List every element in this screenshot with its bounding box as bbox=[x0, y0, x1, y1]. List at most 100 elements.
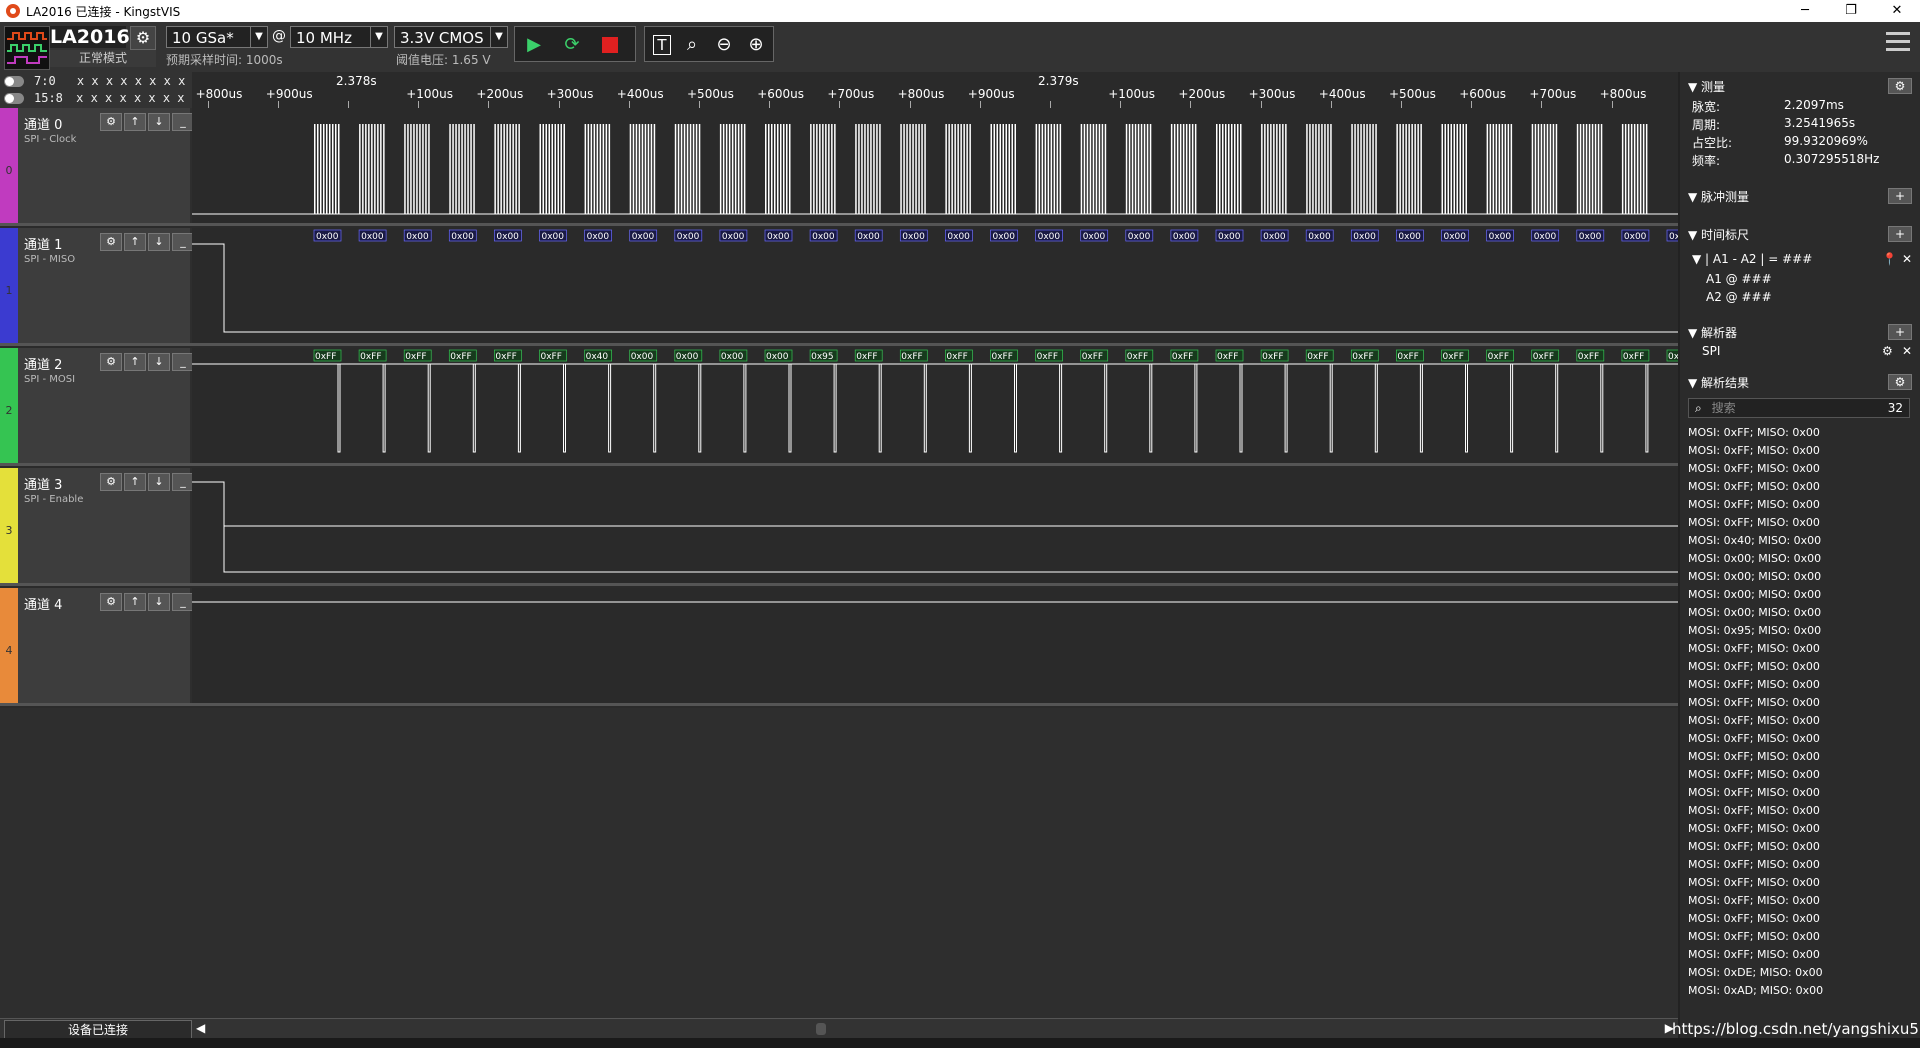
clock-pulse bbox=[1176, 124, 1179, 214]
low-level-icon[interactable]: _ bbox=[172, 113, 194, 131]
result-item[interactable]: MOSI: 0xFF; MISO: 0x00 bbox=[1688, 442, 1910, 460]
channel-waveform[interactable]: 0x00 0x00 0x00 0x00 0x00 0x00 0x00 0x00 0x00 0x00… bbox=[192, 228, 1695, 346]
result-item[interactable]: MOSI: 0x00; MISO: 0x00 bbox=[1688, 550, 1910, 568]
cursor-section-title[interactable]: ▼ 时间标尺 bbox=[1688, 226, 1749, 243]
result-item[interactable]: MOSI: 0x00; MISO: 0x00 bbox=[1688, 604, 1910, 622]
channel-name[interactable]: 通道 0 bbox=[24, 114, 62, 133]
falling-edge-icon[interactable]: ↓ bbox=[148, 593, 170, 611]
falling-edge-icon[interactable]: ↓ bbox=[148, 353, 170, 371]
result-item[interactable]: MOSI: 0xFF; MISO: 0x00 bbox=[1688, 838, 1910, 856]
low-level-icon[interactable]: _ bbox=[172, 593, 194, 611]
add-analyzer-button[interactable]: + bbox=[1888, 324, 1912, 340]
result-item[interactable]: MOSI: 0xFF; MISO: 0x00 bbox=[1688, 748, 1910, 766]
result-item[interactable]: MOSI: 0xFF; MISO: 0x00 bbox=[1688, 496, 1910, 514]
minimize-icon[interactable]: ─ bbox=[1782, 0, 1828, 22]
gear-icon[interactable]: ⚙ bbox=[100, 353, 122, 371]
result-item[interactable]: MOSI: 0xFF; MISO: 0x00 bbox=[1688, 478, 1910, 496]
channel-name[interactable]: 通道 1 bbox=[24, 234, 62, 253]
restore-icon[interactable]: ❐ bbox=[1828, 0, 1874, 22]
results-list[interactable]: MOSI: 0xFF; MISO: 0x00 MOSI: 0xFF; MISO: … bbox=[1688, 424, 1910, 1000]
results-section-title[interactable]: ▼ 解析结果 bbox=[1688, 374, 1749, 391]
result-item[interactable]: MOSI: 0xFF; MISO: 0x00 bbox=[1688, 856, 1910, 874]
falling-edge-icon[interactable]: ↓ bbox=[148, 113, 170, 131]
channel-waveform[interactable]: 0xFF 0xFF 0xFF 0xFF 0xFF 0xFF 0x40 0x00 0x00 0x00… bbox=[192, 348, 1740, 466]
cursor-t-icon[interactable]: T bbox=[649, 33, 675, 57]
result-item[interactable]: MOSI: 0xFF; MISO: 0x00 bbox=[1688, 460, 1910, 478]
result-item[interactable]: MOSI: 0xFF; MISO: 0x00 bbox=[1688, 514, 1910, 532]
low-level-icon[interactable]: _ bbox=[172, 473, 194, 491]
bus-toggle-high[interactable] bbox=[4, 93, 24, 104]
channel-waveform[interactable] bbox=[192, 588, 1678, 706]
stop-icon[interactable] bbox=[597, 33, 623, 57]
results-settings-button[interactable]: ⚙ bbox=[1888, 374, 1912, 390]
close-icon[interactable]: ✕ bbox=[1902, 344, 1912, 358]
result-item[interactable]: MOSI: 0xFF; MISO: 0x00 bbox=[1688, 874, 1910, 892]
zoom-fit-icon[interactable]: ⌕ bbox=[679, 33, 705, 57]
add-cursor-button[interactable]: + bbox=[1888, 226, 1912, 242]
result-item[interactable]: MOSI: 0x95; MISO: 0x00 bbox=[1688, 622, 1910, 640]
result-item[interactable]: MOSI: 0xFF; MISO: 0x00 bbox=[1688, 694, 1910, 712]
result-item[interactable]: MOSI: 0xFF; MISO: 0x00 bbox=[1688, 892, 1910, 910]
rising-edge-icon[interactable]: ↑ bbox=[124, 473, 146, 491]
channel-waveform[interactable] bbox=[192, 108, 1678, 226]
gear-icon[interactable]: ⚙ bbox=[100, 593, 122, 611]
result-item[interactable]: MOSI: 0x40; MISO: 0x00 bbox=[1688, 532, 1910, 550]
results-search[interactable]: ⌕ 搜索 32 bbox=[1688, 398, 1910, 418]
menu-icon[interactable] bbox=[1886, 32, 1910, 60]
falling-edge-icon[interactable]: ↓ bbox=[148, 473, 170, 491]
play-icon[interactable]: ▶ bbox=[521, 33, 547, 57]
frequency-select[interactable]: 10 MHz ▼ bbox=[290, 26, 388, 48]
measure-settings-button[interactable]: ⚙ bbox=[1888, 78, 1912, 94]
result-item[interactable]: MOSI: 0xFF; MISO: 0x00 bbox=[1688, 676, 1910, 694]
sample-rate-select[interactable]: 10 GSa* ▼ bbox=[166, 26, 268, 48]
zoom-in-icon[interactable]: ⊕ bbox=[743, 33, 769, 57]
bus-toggle-low[interactable] bbox=[4, 76, 24, 87]
result-item[interactable]: MOSI: 0x00; MISO: 0x00 bbox=[1688, 568, 1910, 586]
channel-name[interactable]: 通道 2 bbox=[24, 354, 62, 373]
pin-icon[interactable]: 📍 bbox=[1882, 252, 1897, 266]
pulse-section-title[interactable]: ▼ 脉冲测量 bbox=[1688, 188, 1749, 205]
result-item[interactable]: MOSI: 0xFF; MISO: 0x00 bbox=[1688, 766, 1910, 784]
add-pulse-button[interactable]: + bbox=[1888, 188, 1912, 204]
falling-edge-icon[interactable]: ↓ bbox=[148, 233, 170, 251]
result-item[interactable]: MOSI: 0xFF; MISO: 0x00 bbox=[1688, 712, 1910, 730]
rising-edge-icon[interactable]: ↑ bbox=[124, 353, 146, 371]
close-icon[interactable]: ✕ bbox=[1874, 0, 1920, 22]
result-item[interactable]: MOSI: 0xAD; MISO: 0x00 bbox=[1688, 982, 1910, 1000]
scroll-left-icon[interactable]: ◀ bbox=[196, 1021, 205, 1035]
device-settings-button[interactable]: ⚙ bbox=[130, 26, 156, 50]
result-item[interactable]: MOSI: 0xDE; MISO: 0x00 bbox=[1688, 964, 1910, 982]
analyzer-spi[interactable]: SPI bbox=[1702, 344, 1720, 358]
result-item[interactable]: MOSI: 0xFF; MISO: 0x00 bbox=[1688, 820, 1910, 838]
gear-icon[interactable]: ⚙ bbox=[100, 473, 122, 491]
rising-edge-icon[interactable]: ↑ bbox=[124, 593, 146, 611]
measure-section-title[interactable]: ▼ 测量 bbox=[1688, 78, 1725, 95]
gear-icon[interactable]: ⚙ bbox=[1882, 344, 1893, 358]
result-item[interactable]: MOSI: 0xFF; MISO: 0x00 bbox=[1688, 946, 1910, 964]
result-item[interactable]: MOSI: 0xFF; MISO: 0x00 bbox=[1688, 802, 1910, 820]
result-item[interactable]: MOSI: 0xFF; MISO: 0x00 bbox=[1688, 910, 1910, 928]
result-item[interactable]: MOSI: 0x00; MISO: 0x00 bbox=[1688, 586, 1910, 604]
repeat-run-icon[interactable]: ⟳ bbox=[559, 33, 585, 57]
zoom-out-icon[interactable]: ⊖ bbox=[711, 33, 737, 57]
channel-name[interactable]: 通道 3 bbox=[24, 474, 62, 493]
analyzer-section-title[interactable]: ▼ 解析器 bbox=[1688, 324, 1737, 341]
result-item[interactable]: MOSI: 0xFF; MISO: 0x00 bbox=[1688, 730, 1910, 748]
result-item[interactable]: MOSI: 0xFF; MISO: 0x00 bbox=[1688, 784, 1910, 802]
channel-waveform[interactable] bbox=[192, 468, 1678, 586]
voltage-select[interactable]: 3.3V CMOS ▼ bbox=[394, 26, 508, 48]
gear-icon[interactable]: ⚙ bbox=[100, 233, 122, 251]
close-icon[interactable]: ✕ bbox=[1902, 252, 1912, 266]
channel-name[interactable]: 通道 4 bbox=[24, 594, 62, 613]
gear-icon[interactable]: ⚙ bbox=[100, 113, 122, 131]
result-item[interactable]: MOSI: 0xFF; MISO: 0x00 bbox=[1688, 658, 1910, 676]
scroll-thumb[interactable] bbox=[816, 1023, 826, 1035]
rising-edge-icon[interactable]: ↑ bbox=[124, 233, 146, 251]
low-level-icon[interactable]: _ bbox=[172, 353, 194, 371]
result-item[interactable]: MOSI: 0xFF; MISO: 0x00 bbox=[1688, 640, 1910, 658]
time-ruler[interactable]: +800us +900us 2.378s 2.379s +100us +200us +300… bbox=[192, 72, 1678, 109]
low-level-icon[interactable]: _ bbox=[172, 233, 194, 251]
result-item[interactable]: MOSI: 0xFF; MISO: 0x00 bbox=[1688, 424, 1910, 442]
result-item[interactable]: MOSI: 0xFF; MISO: 0x00 bbox=[1688, 928, 1910, 946]
rising-edge-icon[interactable]: ↑ bbox=[124, 113, 146, 131]
